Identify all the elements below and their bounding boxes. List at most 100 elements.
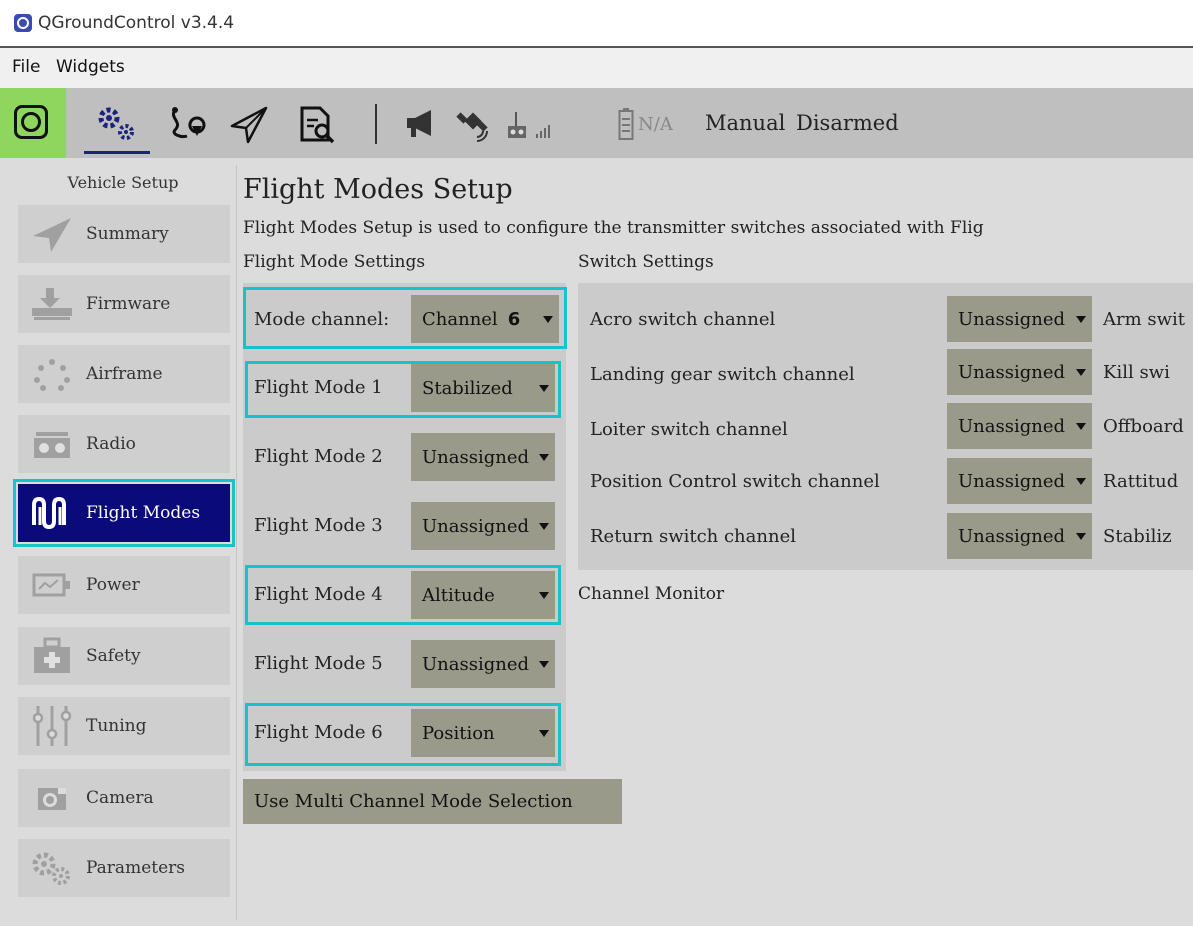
- switch-row-label: Landing gear switch channel: [590, 364, 855, 385]
- flight-mode-3-label: Flight Mode 3: [254, 515, 383, 536]
- switch-row-label: Position Control switch channel: [590, 471, 880, 492]
- radio-icon: [34, 432, 70, 458]
- chevron-down-icon: [539, 661, 549, 668]
- app-icon: [14, 14, 32, 32]
- camera-icon: [38, 788, 66, 810]
- chevron-down-icon: [539, 454, 549, 461]
- vehicle-setup-icon: [98, 107, 134, 140]
- sidebar-item-label: Parameters: [86, 858, 185, 878]
- sidebar-item-label: Power: [86, 575, 140, 595]
- switch-row-right-label: Rattitud: [1103, 471, 1179, 492]
- chevron-down-icon: [1076, 533, 1086, 540]
- window-title: QGroundControl v3.4.4: [38, 13, 235, 33]
- sidebar-item-tuning[interactable]: Tuning: [18, 697, 230, 755]
- chevron-down-icon: [1076, 369, 1086, 376]
- switch-row-right-label: Offboard: [1103, 416, 1184, 437]
- qgc-logo-button[interactable]: [0, 88, 66, 158]
- landing-gear-switch-select[interactable]: Unassigned: [947, 349, 1092, 395]
- return-switch-value: Unassigned: [958, 525, 1066, 547]
- active-toolbar-underline: [84, 151, 150, 154]
- menu-file[interactable]: File: [12, 57, 40, 77]
- return-switch-select[interactable]: Unassigned: [947, 513, 1092, 559]
- switch-settings-title: Switch Settings: [578, 252, 714, 272]
- acro-switch-value: Unassigned: [958, 308, 1066, 330]
- safety-icon: [34, 637, 70, 673]
- battery-text: N/A: [638, 114, 673, 135]
- highlight-flight-mode-1: [245, 361, 561, 418]
- plan-button[interactable]: [160, 102, 214, 146]
- loiter-switch-value: Unassigned: [958, 415, 1066, 437]
- sidebar-item-label: Flight Modes: [86, 503, 201, 523]
- flight-mode-5-select[interactable]: Unassigned: [411, 640, 555, 688]
- flight-mode-indicator[interactable]: Manual: [705, 111, 785, 135]
- position-control-switch-select[interactable]: Unassigned: [947, 458, 1092, 504]
- switch-row-label: Return switch channel: [590, 526, 796, 547]
- flight-mode-5-label: Flight Mode 5: [254, 653, 383, 674]
- switch-row-right-label: Stabiliz: [1103, 526, 1172, 547]
- menu-bar: File Widgets: [0, 48, 1193, 88]
- rc-rssi-icon: [508, 112, 550, 138]
- sidebar-item-power[interactable]: Power: [18, 556, 230, 614]
- gps-icon: [456, 112, 488, 142]
- rc-rssi-button[interactable]: [504, 102, 560, 146]
- sidebar-item-camera[interactable]: Camera: [18, 769, 230, 827]
- gps-button[interactable]: [452, 102, 498, 146]
- flight-mode-3-select[interactable]: Unassigned: [411, 502, 555, 550]
- plan-icon: [172, 107, 206, 138]
- chevron-down-icon: [1076, 316, 1086, 323]
- highlight-flight-mode-4: [245, 565, 561, 625]
- qgc-logo-icon: [14, 105, 48, 139]
- vehicle-setup-button[interactable]: [88, 102, 146, 146]
- switch-row-label: Acro switch channel: [590, 309, 776, 330]
- sidebar-item-flight-modes[interactable]: Flight Modes: [13, 479, 235, 547]
- highlight-flight-mode-6: [245, 703, 561, 766]
- summary-icon: [33, 218, 71, 252]
- messages-button[interactable]: [398, 102, 444, 146]
- flight-mode-2-label: Flight Mode 2: [254, 446, 383, 467]
- sidebar-item-label: Firmware: [86, 294, 171, 314]
- flight-mode-settings-title: Flight Mode Settings: [243, 252, 426, 272]
- landing-gear-switch-value: Unassigned: [958, 361, 1066, 383]
- sidebar-item-summary[interactable]: Summary: [18, 205, 230, 263]
- chevron-down-icon: [539, 523, 549, 530]
- sidebar-item-label: Summary: [86, 224, 169, 244]
- page-description: Flight Modes Setup is used to configure …: [243, 218, 984, 238]
- sidebar-item-label: Radio: [86, 434, 136, 454]
- loiter-switch-select[interactable]: Unassigned: [947, 403, 1092, 449]
- channel-monitor-title: Channel Monitor: [578, 584, 725, 604]
- menu-widgets[interactable]: Widgets: [56, 57, 125, 77]
- sidebar-item-label: Safety: [86, 646, 141, 666]
- switch-row-label: Loiter switch channel: [590, 419, 788, 440]
- sidebar-divider: [236, 165, 237, 920]
- power-icon: [32, 573, 70, 597]
- fly-icon: [230, 106, 268, 144]
- sidebar-item-airframe[interactable]: Airframe: [18, 345, 230, 403]
- fly-button[interactable]: [224, 102, 274, 146]
- flight-mode-2-select[interactable]: Unassigned: [411, 433, 555, 481]
- position-control-switch-value: Unassigned: [958, 470, 1066, 492]
- battery-icon: [618, 108, 634, 140]
- flight-mode-5-value: Unassigned: [422, 653, 530, 675]
- window-titlebar: QGroundControl v3.4.4: [0, 0, 1193, 48]
- battery-button[interactable]: [618, 102, 634, 146]
- main-toolbar: [0, 88, 1193, 158]
- sidebar-item-label: Tuning: [86, 716, 147, 736]
- highlight-mode-channel: [243, 287, 567, 349]
- arm-state-indicator[interactable]: Disarmed: [796, 111, 899, 135]
- switch-row-right-label: Kill swi: [1103, 362, 1170, 383]
- sidebar-item-firmware[interactable]: Firmware: [18, 275, 230, 333]
- flight-mode-3-value: Unassigned: [422, 515, 530, 537]
- chevron-down-icon: [1076, 423, 1086, 430]
- acro-switch-select[interactable]: Unassigned: [947, 296, 1092, 342]
- multi-channel-mode-button[interactable]: Use Multi Channel Mode Selection: [243, 779, 622, 824]
- sidebar-item-label: Airframe: [86, 364, 163, 384]
- flight-mode-2-value: Unassigned: [422, 446, 530, 468]
- toolbar-separator: [375, 104, 377, 144]
- analyze-icon: [300, 106, 335, 144]
- sidebar-item-safety[interactable]: Safety: [18, 627, 230, 685]
- sidebar-item-parameters[interactable]: Parameters: [18, 839, 230, 897]
- sidebar-item-radio[interactable]: Radio: [18, 415, 230, 473]
- analyze-button[interactable]: [292, 102, 342, 146]
- switch-row-right-label: Arm swit: [1103, 309, 1186, 330]
- airframe-icon: [34, 359, 70, 391]
